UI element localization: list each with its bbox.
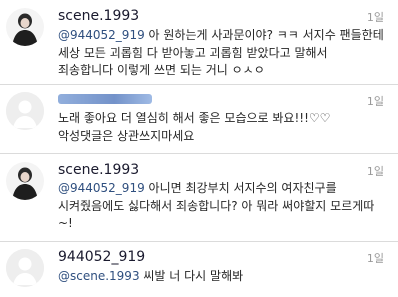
comment-timestamp: 1일 [366,165,384,178]
default-avatar-icon [6,249,44,287]
comment-text: @944052_919 아니면 최강부치 서지수의 여자친구를 시켜줬음에도 싫… [58,180,384,233]
mention-link[interactable]: @scene.1993 [58,269,140,283]
avatar[interactable] [6,162,44,200]
comment-text: @scene.1993 씨발 너 다시 말해봐 [58,268,384,286]
person-silhouette-icon [6,162,44,200]
comment-text: 노래 좋아요 더 열심히 해서 좋은 모습으로 봐요!!!♡♡ 악성댓글은 상관… [58,111,331,143]
mention-link[interactable]: @944052_919 [58,181,145,195]
comment-username[interactable]: scene.1993 [58,162,139,178]
avatar[interactable] [6,249,44,287]
avatar[interactable] [6,92,44,130]
comment-feed: scene.1993 1일 @944052_919 아 원하는게 사과문이야? … [0,0,398,297]
comment-item: 944052_919 1일 @scene.1993 씨발 너 다시 말해봐 [0,243,398,297]
comment-body: 씨발 너 다시 말해봐 [139,269,244,283]
comment-text: @944052_919 아 원하는게 사과문이야? ㅋㅋ 서지수 팬들한테 세상… [58,27,384,80]
comment-item: scene.1993 1일 @944052_919 아 원하는게 사과문이야? … [0,0,398,85]
mention-link[interactable]: @944052_919 [58,28,145,42]
redacted-username [58,94,152,104]
comment-item: scene.1993 1일 @944052_919 아니면 최강부치 서지수의 … [0,155,398,242]
comment-timestamp: 1일 [366,252,384,265]
person-silhouette-icon [6,8,44,46]
comment-timestamp: 1일 [366,11,384,24]
default-avatar-icon [6,92,44,130]
comment-username[interactable] [58,92,152,108]
comment-username[interactable]: scene.1993 [58,8,139,24]
comment-timestamp: 1일 [366,95,384,108]
comment-username[interactable]: 944052_919 [58,249,145,265]
comment-item: 1일 노래 좋아요 더 열심히 해서 좋은 모습으로 봐요!!!♡♡ 악성댓글은… [0,86,398,154]
avatar[interactable] [6,8,44,46]
